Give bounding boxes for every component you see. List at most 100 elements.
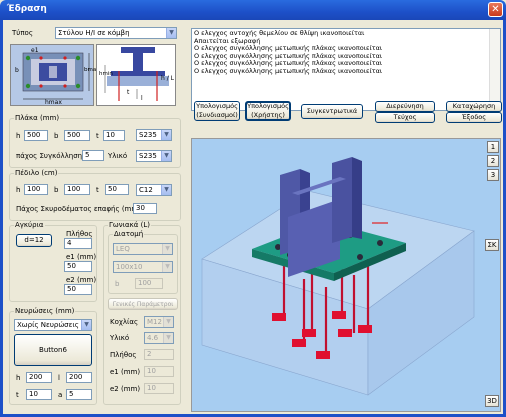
pedestal-grout-label: Πάχος Σκυροδέματος επαφής (mm)	[16, 205, 141, 213]
bolt-e1-input[interactable]: 10	[144, 366, 174, 377]
calc-user-button[interactable]: Υπολογισμός (Χρήστης)	[245, 101, 291, 121]
investigation-button[interactable]: Διερεύνηση	[375, 101, 435, 112]
bolt-value: M12	[147, 318, 162, 326]
view-button-1[interactable]: 1	[487, 141, 499, 153]
3d-viewport[interactable]	[191, 138, 501, 412]
plate-steel-value: S235	[139, 131, 157, 139]
diagram-l-label: l	[141, 95, 143, 102]
pedestal-concrete-value: C12	[139, 186, 153, 194]
pedestal-t-input[interactable]: 50	[105, 184, 129, 195]
pedestal-t-label: t	[96, 186, 99, 194]
angle-size-select[interactable]: 100x10 ▼	[113, 261, 173, 273]
chevron-down-icon: ▼	[163, 317, 173, 327]
main-window: Τύπος Στύλου Η/Ι σε κόμβη ▼ e1 b bmax hma…	[0, 20, 506, 417]
diagram-t-label: t	[127, 89, 130, 96]
angle-type-value: LEQ	[116, 245, 130, 253]
report-button[interactable]: Τεύχος	[375, 112, 435, 123]
ribs-type-value: Χωρίς Νευρώσεις	[17, 321, 79, 329]
plate-title: Πλάκα (mm)	[14, 114, 61, 122]
summary-button[interactable]: Συγκεντρωτικά	[301, 104, 363, 119]
chevron-down-icon: ▼	[81, 320, 91, 330]
plate-t-label: t	[96, 132, 99, 140]
plate-material-select[interactable]: S235 ▼	[136, 150, 172, 162]
view-3d-button[interactable]: 3D	[485, 395, 499, 407]
bolt-count-label: Πλήθος	[110, 351, 137, 359]
ribs-t-input[interactable]: 10	[26, 389, 52, 400]
anchor-e2-input[interactable]: 50	[64, 284, 92, 295]
pedestal-h-label: h	[16, 186, 21, 194]
pedestal-title: Πέδιλο (cm)	[14, 169, 59, 177]
diagram-e1-label: e1	[31, 47, 39, 54]
angle-b-label: b	[115, 280, 120, 288]
angles-group: Γωνιακά (L) Διατομή LEQ ▼ 100x10 ▼ b 100 Γ…	[103, 221, 181, 405]
view-button-2[interactable]: 2	[487, 155, 499, 167]
diagram-b-label: b	[15, 67, 19, 74]
plate-weld-input[interactable]: 5	[82, 150, 104, 161]
close-button[interactable]: ✕	[488, 2, 503, 17]
bolt-material-value: 4.6	[147, 334, 159, 342]
bolt-material-label: Υλικό	[110, 334, 130, 342]
ribs-button[interactable]: Button6	[14, 334, 92, 366]
ribs-title: Νευρώσεις (mm)	[14, 307, 76, 315]
ribs-a-input[interactable]: 5	[66, 389, 92, 400]
ribs-h-input[interactable]: 200	[26, 372, 52, 383]
anchors-group: Αγκύρια d=12 Πλήθος 4 e1 (mm) 50 e2 (mm)…	[9, 221, 97, 302]
register-button[interactable]: Καταχώρηση	[446, 101, 502, 112]
section-diagram: hmin h / L t l	[96, 44, 176, 106]
plate-weld-label: πάχος Συγκόλλησης	[16, 152, 87, 160]
ribs-l-label: l	[58, 374, 60, 382]
type-select[interactable]: Στύλου Η/Ι σε κόμβη ▼	[55, 27, 177, 39]
bolt-e1-label: e1 (mm)	[110, 368, 141, 376]
exit-button[interactable]: Έξοδος	[446, 112, 502, 123]
angle-type-select[interactable]: LEQ ▼	[113, 243, 173, 255]
bolt-e2-label: e2 (mm)	[110, 385, 141, 393]
ribs-l-input[interactable]: 200	[66, 372, 92, 383]
plate-t-input[interactable]: 10	[103, 130, 125, 141]
ribs-t-label: t	[16, 391, 19, 399]
anchor-count-label: Πλήθος	[66, 230, 93, 238]
plate-group: Πλάκα (mm) h 500 b 500 t 10 S235 ▼ πάχος …	[9, 114, 181, 168]
messages-scrollbar[interactable]	[489, 29, 500, 110]
plate-b-label: b	[54, 132, 59, 140]
ribs-h-label: h	[16, 374, 21, 382]
chevron-down-icon: ▼	[166, 28, 176, 38]
pedestal-concrete-select[interactable]: C12 ▼	[136, 184, 172, 196]
chevron-down-icon: ▼	[161, 151, 171, 161]
bolt-select[interactable]: M12 ▼	[144, 316, 174, 328]
plate-steel-select[interactable]: S235 ▼	[136, 129, 172, 141]
ribs-type-select[interactable]: Χωρίς Νευρώσεις ▼	[14, 319, 92, 331]
angle-b-input[interactable]: 100	[135, 278, 163, 289]
bolt-e2-input[interactable]: 10	[144, 383, 174, 394]
load-combination-button[interactable]: ΣΚ	[485, 239, 499, 251]
anchor-count-input[interactable]: 4	[64, 238, 92, 249]
chevron-down-icon: ▼	[161, 185, 171, 195]
pedestal-group: Πέδιλο (cm) h 100 b 100 t 50 C12 ▼ Πάχος …	[9, 169, 181, 221]
chevron-down-icon: ▼	[163, 333, 173, 343]
plate-material-value: S235	[139, 152, 157, 160]
ribs-group: Νευρώσεις (mm) Χωρίς Νευρώσεις ▼ Button6 …	[9, 307, 97, 405]
plate-diagram: e1 b bmax hmax	[10, 44, 99, 106]
diagram-hmax-label: hmax	[45, 99, 62, 106]
messages-list[interactable]: Ο ελεγχος αντοχής θεμελίου σε θλίψη ικαν…	[191, 28, 501, 111]
anchor-e1-input[interactable]: 50	[64, 261, 92, 272]
bolt-material-select[interactable]: 4.6 ▼	[144, 332, 174, 344]
view-button-3[interactable]: 3	[487, 169, 499, 181]
title-bar: Έδραση ✕	[0, 0, 506, 20]
ribs-a-label: a	[58, 391, 63, 399]
plate-h-input[interactable]: 500	[24, 130, 48, 141]
pedestal-h-input[interactable]: 100	[24, 184, 48, 195]
bolt-count-input[interactable]: 2	[144, 349, 174, 360]
angles-title: Γωνιακά (L)	[108, 221, 151, 229]
anchor-e2-label: e2 (mm)	[66, 276, 97, 284]
anchor-size-button[interactable]: d=12	[16, 234, 52, 247]
message-line: Ο ελεγχος συγκόλλησης μετωπικής πλάκας ι…	[194, 66, 383, 75]
plate-b-input[interactable]: 500	[64, 130, 90, 141]
type-label: Τύπος	[12, 29, 33, 37]
general-params-button[interactable]: Γενικές Παράμετροι	[108, 298, 178, 310]
pedestal-grout-input[interactable]: 30	[133, 203, 157, 214]
window-title: Έδραση	[7, 4, 47, 14]
bolt-label: Κοχλίας	[110, 318, 139, 326]
pedestal-b-input[interactable]: 100	[64, 184, 90, 195]
calc-combined-button[interactable]: Υπολογισμός (Συνδιασμοί)	[194, 101, 240, 121]
anchor-e1-label: e1 (mm)	[66, 253, 97, 261]
